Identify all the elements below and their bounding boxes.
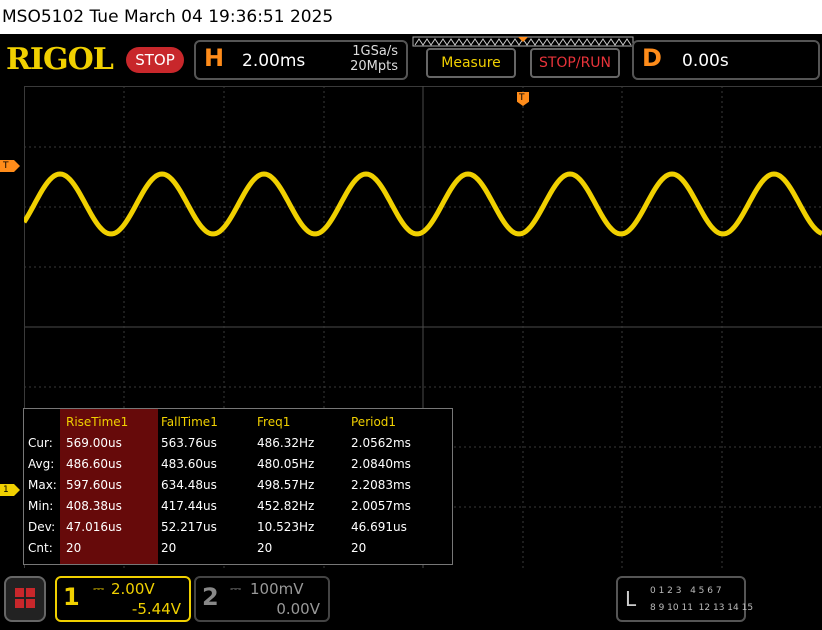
cell: 498.57Hz <box>257 478 315 492</box>
table-row: Max: 597.60us 634.48us 498.57Hz 2.2083ms <box>24 475 452 496</box>
cell: 452.82Hz <box>257 499 315 513</box>
column-header: Period1 <box>351 415 397 429</box>
row-label: Cnt: <box>28 541 53 555</box>
cell: 563.76us <box>161 436 217 450</box>
logic-label: L <box>625 587 637 611</box>
measure-button[interactable]: Measure <box>426 48 516 78</box>
cell: 597.60us <box>66 478 122 492</box>
dc-coupling-icon: ⎓ <box>230 581 242 597</box>
table-row: Avg: 486.60us 483.60us 480.05Hz 2.0840ms <box>24 454 452 475</box>
cell: 408.38us <box>66 499 122 513</box>
logic-channels-row1: 0 1 2 3 4 5 6 7 <box>650 586 722 596</box>
horizontal-timebase-panel[interactable]: H 2.00ms 1GSa/s 20Mpts <box>194 40 408 80</box>
table-row: Cur: 569.00us 563.76us 486.32Hz 2.0562ms <box>24 433 452 454</box>
cell: 480.05Hz <box>257 457 315 471</box>
table-row: Dev: 47.016us 52.217us 10.523Hz 46.691us <box>24 517 452 538</box>
measurement-table: RiseTime1 FallTime1 Freq1 Period1 Cur: 5… <box>23 408 453 565</box>
app-menu-button[interactable] <box>4 576 46 622</box>
channel2-number: 2 <box>202 583 219 611</box>
delay-label: D <box>642 44 662 72</box>
channel1-panel[interactable]: 1 ⎓ 2.00V -5.44V <box>55 576 191 622</box>
cell: 2.0057ms <box>351 499 411 513</box>
model-and-datetime: MSO5102 Tue March 04 19:36:51 2025 <box>2 7 334 27</box>
row-label: Dev: <box>28 520 56 534</box>
channel2-scale: 100mV <box>250 580 304 598</box>
row-label: Min: <box>28 499 54 513</box>
cell: 20 <box>161 541 177 555</box>
channel1-offset: -5.44V <box>131 600 181 618</box>
stop-run-button[interactable]: STOP/RUN <box>530 48 620 78</box>
row-label: Cur: <box>28 436 53 450</box>
cell: 20 <box>351 541 367 555</box>
timebase-value: 2.00ms <box>242 51 306 71</box>
row-label: Avg: <box>28 457 55 471</box>
column-header: Freq1 <box>257 415 291 429</box>
delay-value: 0.00s <box>682 51 729 71</box>
channel1-offset-marker[interactable]: 1 <box>0 484 20 496</box>
channel2-panel[interactable]: 2 ⎓ 100mV 0.00V <box>194 576 330 622</box>
cell: 46.691us <box>351 520 407 534</box>
title-bar: MSO5102 Tue March 04 19:36:51 2025 <box>0 0 822 34</box>
table-row: Min: 408.38us 417.44us 452.82Hz 2.0057ms <box>24 496 452 517</box>
top-toolbar: RIGOL STOP H 2.00ms 1GSa/s 20Mpts Measur… <box>0 34 822 84</box>
horizontal-label: H <box>204 44 225 72</box>
channel1-number: 1 <box>63 583 80 611</box>
column-header: RiseTime1 <box>66 415 129 429</box>
dc-coupling-icon: ⎓ <box>93 581 105 597</box>
trigger-level-marker[interactable]: T <box>0 160 20 172</box>
cell: 417.44us <box>161 499 217 513</box>
column-header: FallTime1 <box>161 415 218 429</box>
cell: 47.016us <box>66 520 122 534</box>
channel1-scale: 2.00V <box>111 580 155 598</box>
memory-position-indicator <box>412 36 634 47</box>
run-state-badge[interactable]: STOP <box>126 47 184 73</box>
table-header: RiseTime1 FallTime1 Freq1 Period1 <box>24 412 452 433</box>
bottom-bar: 1 ⎓ 2.00V -5.44V 2 ⎓ 100mV 0.00V L 0 1 2… <box>0 568 822 630</box>
channel2-offset: 0.00V <box>276 600 320 618</box>
cell: 486.60us <box>66 457 122 471</box>
cell: 20 <box>257 541 273 555</box>
table-row: Cnt: 20 20 20 20 <box>24 538 452 559</box>
sample-rate: 1GSa/s <box>352 44 398 59</box>
cell: 2.0840ms <box>351 457 411 471</box>
cell: 20 <box>66 541 82 555</box>
acquisition-info: 1GSa/s 20Mpts <box>336 44 398 74</box>
rigol-logo: RIGOL <box>6 42 114 77</box>
cell: 52.217us <box>161 520 217 534</box>
cell: 2.2083ms <box>351 478 411 492</box>
logic-analyzer-panel[interactable]: L 0 1 2 3 4 5 6 7 8 9 10 11 12 13 14 15 <box>616 576 753 622</box>
cell: 2.0562ms <box>351 436 411 450</box>
delay-panel[interactable]: D 0.00s <box>632 40 820 80</box>
cell: 483.60us <box>161 457 217 471</box>
cell: 569.00us <box>66 436 122 450</box>
memory-depth: 20Mpts <box>350 59 398 74</box>
cell: 634.48us <box>161 478 217 492</box>
grid-menu-icon <box>15 588 35 608</box>
cell: 486.32Hz <box>257 436 315 450</box>
cell: 10.523Hz <box>257 520 315 534</box>
row-label: Max: <box>28 478 57 492</box>
logic-channels-row2: 8 9 10 11 12 13 14 15 <box>650 603 754 613</box>
